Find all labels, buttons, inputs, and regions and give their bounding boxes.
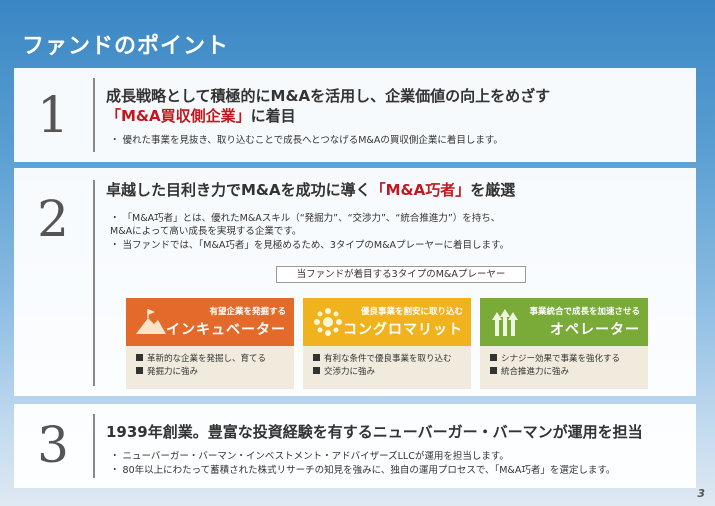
bullet: ・ 優れた事業を見抜き、取り込むことで成長へとつなげるM&Aの買収側企業に着目し… (110, 135, 503, 146)
player-feature: 交渉力に強み (324, 367, 376, 377)
bullet-square-icon (490, 367, 497, 374)
player-subtitle: 有望企業を発掘する (209, 307, 286, 317)
player-feature: 発掘力に強み (147, 367, 199, 377)
player-name: オペレーター (550, 322, 640, 338)
mountain-flag-icon (136, 309, 166, 334)
point-number: 3 (37, 416, 69, 474)
bullet-square-icon (136, 367, 143, 374)
bullet: ・ ニューバーガー・バーマン・インベストメント・アドバイザーズLLCが運用を担当… (110, 451, 509, 462)
point-number: 1 (37, 86, 69, 144)
player-feature: シナジー効果で事業を強化する (501, 354, 621, 364)
player-card-incubator: 有望企業を発掘する インキュベーター 革新的な企業を発掘し、育てる 発掘力に強み (126, 298, 294, 389)
player-feature: 革新的な企業を発掘し、育てる (147, 354, 267, 364)
bullet-square-icon (136, 354, 143, 361)
divider (93, 414, 95, 478)
heading-text: 卓越した目利き力でM&Aを成功に導く (106, 181, 371, 199)
point-heading: 成長戦略として積極的にM&Aを活用し、企業価値の向上をめざす 「M&A買収側企業… (106, 86, 550, 126)
player-subtitle: 事業統合で成長を加速させる (529, 307, 640, 317)
player-card-conglomerate: 優良事業を割安に取り込む コングロマリット 有利な条件で優良事業を取り込む 交渉… (303, 298, 471, 389)
player-name: コングロマリット (343, 322, 463, 338)
heading-text-after: に着目 (250, 107, 296, 125)
heading-text: 成長戦略として積極的にM&Aを活用し、企業価値の向上をめざす (106, 87, 551, 105)
divider (93, 180, 95, 386)
upward-arrows-icon (492, 309, 518, 336)
player-card-operator: 事業統合で成長を加速させる オペレーター シナジー効果で事業を強化する 統合推進… (480, 298, 648, 389)
point-3-panel: 3 1939年創業。豊富な投資経験を有するニューバーガー・バーマンが運用を担当 … (14, 404, 696, 488)
player-types-label: 当ファンドが着目する3タイプのM&Aプレーヤー (276, 266, 526, 283)
heading-text-after: を厳選 (470, 181, 516, 199)
bullet: ・ 80年以上にわたって蓄積された株式リサーチの知見を強みに、独自の運用プロセス… (110, 465, 616, 476)
sun-cluster-icon (314, 308, 342, 336)
heading-highlight: 「M&A巧者」 (370, 181, 471, 199)
point-heading: 1939年創業。豊富な投資経験を有するニューバーガー・バーマンが運用を担当 (106, 423, 643, 441)
bullet-square-icon (313, 367, 320, 374)
bullet-square-icon (490, 354, 497, 361)
player-feature: 有利な条件で優良事業を取り込む (324, 354, 452, 364)
player-subtitle: 優良事業を割安に取り込む (360, 307, 463, 317)
bullet: ・ 当ファンドでは、「M&A巧者」を見極めるため、3タイプのM&Aプレーヤーに着… (110, 240, 510, 251)
divider (93, 78, 95, 152)
point-heading: 卓越した目利き力でM&Aを成功に導く「M&A巧者」を厳選 (106, 180, 515, 200)
point-number: 2 (37, 190, 69, 248)
point-1-panel: 1 成長戦略として積極的にM&Aを活用し、企業価値の向上をめざす 「M&A買収側… (14, 68, 696, 162)
bullet-square-icon (313, 354, 320, 361)
page-title: ファンドのポイント (22, 34, 230, 59)
point-2-panel: 2 卓越した目利き力でM&Aを成功に導く「M&A巧者」を厳選 ・ 「M&A巧者」… (14, 168, 696, 396)
player-feature: 統合推進力に強み (501, 367, 570, 377)
page-number: 3 (697, 487, 705, 500)
heading-highlight: 「M&A買収側企業」 (106, 107, 251, 125)
bullet: ・ 「M&A巧者」とは、優れたM&Aスキル（“発掘力”、“交渉力”、“統合推進力… (110, 213, 501, 224)
bullet: M&Aによって高い成長を実現する企業です。 (110, 226, 302, 237)
player-name: インキュベーター (166, 322, 286, 338)
